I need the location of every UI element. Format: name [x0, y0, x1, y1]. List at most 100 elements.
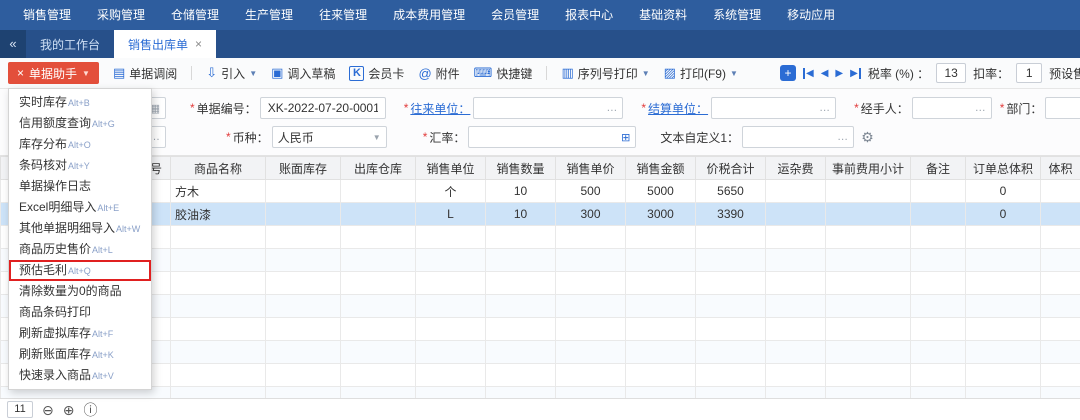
table-cell[interactable]: [555, 271, 626, 295]
table-cell[interactable]: [415, 271, 486, 295]
nav-item[interactable]: 报表中心: [552, 0, 626, 30]
table-cell[interactable]: [765, 202, 826, 226]
nav-item[interactable]: 仓储管理: [158, 0, 232, 30]
table-header-cell[interactable]: 销售单价: [555, 156, 626, 180]
ellipsis-icon[interactable]: …: [833, 131, 848, 143]
table-cell[interactable]: [485, 271, 556, 295]
toolbar-button[interactable]: ▥ 序列号打印 ▼: [561, 65, 649, 82]
table-cell[interactable]: [415, 317, 486, 341]
menu-item[interactable]: 其他单据明细导入 Alt+W: [9, 218, 151, 239]
table-cell[interactable]: [825, 271, 911, 295]
table-cell[interactable]: [765, 248, 826, 272]
table-row-empty[interactable]: [0, 248, 1080, 272]
table-cell[interactable]: [910, 363, 966, 387]
table-cell[interactable]: [965, 225, 1041, 249]
table-header-cell[interactable]: 事前费用小计: [825, 156, 911, 180]
table-cell[interactable]: [485, 340, 556, 364]
tab[interactable]: 我的工作台: [26, 30, 114, 58]
toolbar-button[interactable]: K 会员卡: [349, 65, 404, 82]
discount-rate-input[interactable]: [1016, 63, 1043, 83]
table-header-cell[interactable]: 价税合计: [695, 156, 766, 180]
settle-input[interactable]: [717, 100, 816, 116]
table-cell[interactable]: [265, 248, 341, 272]
ellipsis-icon[interactable]: …: [971, 102, 986, 114]
dept-field[interactable]: [1045, 97, 1080, 119]
table-cell[interactable]: [625, 271, 696, 295]
table-cell[interactable]: [695, 294, 766, 318]
nav-item[interactable]: 系统管理: [700, 0, 774, 30]
table-cell[interactable]: [910, 294, 966, 318]
toolbar-button[interactable]: ⌨ 快捷键: [474, 65, 533, 82]
table-cell[interactable]: [695, 248, 766, 272]
table-cell[interactable]: [170, 225, 266, 249]
nav-item[interactable]: 销售管理: [10, 0, 84, 30]
table-cell[interactable]: [910, 179, 966, 203]
ellipsis-icon[interactable]: …: [602, 102, 617, 114]
handler-field[interactable]: …: [911, 97, 992, 119]
table-cell[interactable]: [265, 317, 341, 341]
table-cell[interactable]: 个: [415, 179, 486, 203]
prev-icon[interactable]: ◀: [821, 68, 829, 79]
info-circle-icon[interactable]: ⓘ: [83, 403, 97, 417]
menu-item[interactable]: 商品条码打印: [9, 302, 151, 323]
table-cell[interactable]: [765, 340, 826, 364]
table-cell[interactable]: [265, 225, 341, 249]
table-cell[interactable]: [825, 225, 911, 249]
table-cell[interactable]: [340, 202, 416, 226]
table-cell[interactable]: [170, 340, 266, 364]
table-cell[interactable]: [825, 294, 911, 318]
table-cell[interactable]: 胶油漆: [170, 202, 266, 226]
table-cell[interactable]: [765, 363, 826, 387]
table-cell[interactable]: [340, 248, 416, 272]
table-cell[interactable]: [1040, 340, 1080, 364]
table-cell[interactable]: [555, 248, 626, 272]
table-cell[interactable]: [625, 225, 696, 249]
table-cell[interactable]: [695, 271, 766, 295]
table-cell[interactable]: [265, 340, 341, 364]
nav-item[interactable]: 往来管理: [306, 0, 380, 30]
table-cell[interactable]: [555, 294, 626, 318]
minus-circle-icon[interactable]: ⊖: [42, 403, 54, 417]
table-cell[interactable]: [625, 363, 696, 387]
toolbar-button[interactable]: ▤ 单据调阅: [113, 65, 177, 82]
table-cell[interactable]: [825, 340, 911, 364]
table-cell[interactable]: [170, 248, 266, 272]
table-cell[interactable]: [340, 363, 416, 387]
table-cell[interactable]: [1040, 317, 1080, 341]
table-cell[interactable]: [765, 179, 826, 203]
table-header-cell[interactable]: 销售数量: [485, 156, 556, 180]
doc-no-field[interactable]: [259, 97, 386, 119]
table-cell[interactable]: [1040, 225, 1080, 249]
table-row-empty[interactable]: [0, 271, 1080, 295]
collapse-tabs-button[interactable]: «: [0, 30, 26, 58]
table-cell[interactable]: [625, 317, 696, 341]
table-cell[interactable]: [765, 271, 826, 295]
table-header-cell[interactable]: 运杂费: [765, 156, 826, 180]
table-cell[interactable]: [340, 317, 416, 341]
table-cell[interactable]: 10: [485, 179, 556, 203]
table-row[interactable]: 胶油漆 L 10 300 3000 3390 0: [0, 202, 1080, 226]
table-cell[interactable]: [485, 225, 556, 249]
table-cell[interactable]: [695, 317, 766, 341]
partner-label[interactable]: 往来单位：: [410, 100, 470, 117]
caret-down-icon[interactable]: ▼: [369, 133, 381, 142]
table-cell[interactable]: [765, 225, 826, 249]
table-row-empty[interactable]: [0, 363, 1080, 387]
menu-item[interactable]: 实时库存 Alt+B: [9, 92, 151, 113]
menu-item[interactable]: Excel明细导入 Alt+E: [9, 197, 151, 218]
menu-item[interactable]: 单据操作日志: [9, 176, 151, 197]
table-cell[interactable]: [910, 248, 966, 272]
toolbar-button[interactable]: ▨ 打印(F9) ▼: [664, 65, 738, 82]
nav-item[interactable]: 移动应用: [774, 0, 848, 30]
last-page-icon[interactable]: ▶: [850, 67, 861, 79]
table-cell[interactable]: [965, 248, 1041, 272]
dept-input[interactable]: [1051, 100, 1080, 116]
table-cell[interactable]: [825, 363, 911, 387]
table-cell[interactable]: [415, 225, 486, 249]
exchange-rate-field[interactable]: ⊞: [468, 126, 637, 148]
table-cell[interactable]: [415, 340, 486, 364]
close-icon[interactable]: ×: [195, 37, 202, 51]
table-cell[interactable]: [695, 340, 766, 364]
nav-item[interactable]: 采购管理: [84, 0, 158, 30]
ellipsis-icon[interactable]: …: [815, 102, 830, 114]
